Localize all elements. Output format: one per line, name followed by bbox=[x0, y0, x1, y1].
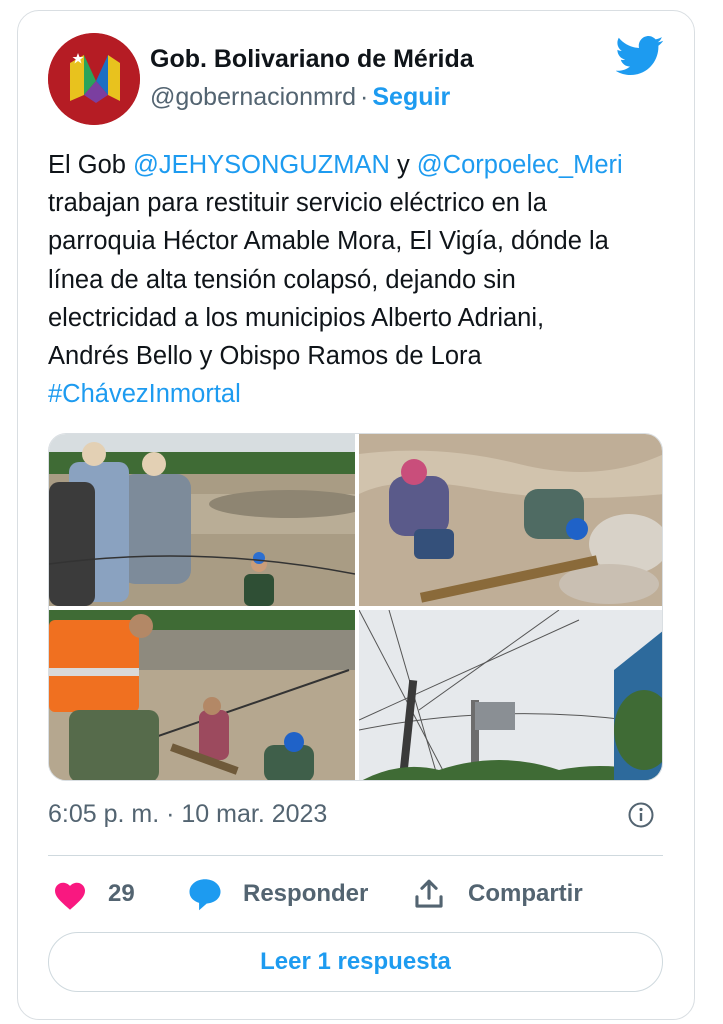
tweet-text-segment: El Gob bbox=[48, 151, 134, 179]
like-button[interactable]: 29 bbox=[52, 874, 135, 914]
reply-button[interactable]: Responder bbox=[187, 874, 368, 914]
tweet-text-line: #ChávezInmortal bbox=[48, 375, 678, 413]
tweet-text-segment: Andrés Bello y Obispo Ramos de Lora bbox=[48, 342, 482, 371]
tweet-text-segment: línea de alta tensión colapsó, dejando s… bbox=[48, 265, 516, 294]
tweet-text-segment: electricidad a los municipios Alberto Ad… bbox=[48, 303, 545, 332]
tweet-text: El Gob @JEHYSONGUZMAN y @Corpoelec_Merit… bbox=[48, 146, 678, 413]
author-handle-row: @gobernacionmrd · Seguir bbox=[150, 83, 450, 112]
tweet-text-line: parroquia Héctor Amable Mora, El Vigía, … bbox=[48, 222, 678, 260]
tweet-text-line: electricidad a los municipios Alberto Ad… bbox=[48, 299, 678, 337]
mention-link[interactable]: @Corpoelec_Meri bbox=[417, 151, 623, 179]
read-replies-button[interactable]: Leer 1 respuesta bbox=[48, 932, 663, 992]
share-label: Compartir bbox=[468, 880, 583, 907]
tweet-text-line: trabajan para restituir servicio eléctri… bbox=[48, 184, 678, 222]
tweet-photo[interactable] bbox=[359, 434, 662, 606]
share-button[interactable]: Compartir bbox=[412, 874, 583, 914]
like-count: 29 bbox=[108, 880, 135, 907]
info-icon[interactable] bbox=[627, 801, 655, 829]
author-handle[interactable]: @gobernacionmrd bbox=[150, 83, 356, 111]
divider bbox=[48, 855, 663, 856]
author-name[interactable]: Gob. Bolivariano de Mérida bbox=[150, 45, 474, 74]
media-grid bbox=[48, 433, 663, 781]
tweet-text-line: línea de alta tensión colapsó, dejando s… bbox=[48, 261, 678, 299]
follow-button[interactable]: Seguir bbox=[372, 83, 450, 111]
tweet-timestamp[interactable]: 6:05 p. m. · 10 mar. 2023 bbox=[48, 800, 327, 829]
heart-icon bbox=[55, 882, 85, 910]
tweet-text-line: Andrés Bello y Obispo Ramos de Lora bbox=[48, 337, 678, 375]
reply-bubble-icon bbox=[189, 879, 221, 911]
share-icon bbox=[415, 879, 443, 908]
author-avatar[interactable] bbox=[48, 33, 140, 125]
tweet-photo[interactable] bbox=[49, 434, 355, 606]
hashtag-link[interactable]: #ChávezInmortal bbox=[48, 380, 241, 408]
mention-link[interactable]: @JEHYSONGUZMAN bbox=[133, 151, 390, 179]
tweet-text-segment: trabajan para restituir servicio eléctri… bbox=[48, 189, 547, 218]
twitter-bird-icon[interactable] bbox=[616, 36, 664, 76]
tweet-text-line: El Gob @JEHYSONGUZMAN y @Corpoelec_Meri bbox=[48, 146, 678, 184]
tweet-photo[interactable] bbox=[359, 610, 662, 780]
reply-label: Responder bbox=[243, 880, 369, 907]
tweet-text-segment: parroquia Héctor Amable Mora, El Vigía, … bbox=[48, 227, 609, 256]
tweet-photo[interactable] bbox=[49, 610, 355, 780]
avatar-logo-icon bbox=[48, 33, 140, 125]
handle-separator: · bbox=[360, 83, 369, 111]
tweet-text-segment: y bbox=[389, 151, 417, 179]
